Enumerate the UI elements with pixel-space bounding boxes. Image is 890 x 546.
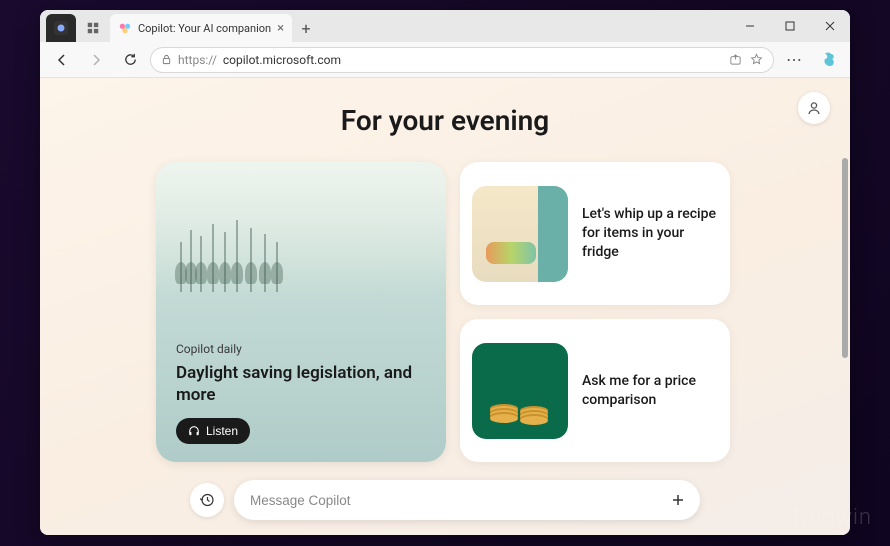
hero-image — [156, 162, 446, 292]
minimize-button[interactable] — [730, 10, 770, 42]
listen-label: Listen — [206, 424, 238, 438]
message-input-container — [234, 480, 700, 520]
lock-icon — [161, 54, 172, 65]
tab-close-button[interactable]: × — [277, 21, 284, 36]
message-input[interactable] — [250, 493, 664, 508]
maximize-button[interactable] — [770, 10, 810, 42]
browser-window: Copilot: Your AI companion × + https:// c… — [40, 10, 850, 535]
address-bar[interactable]: https:// copilot.microsoft.com — [150, 47, 774, 73]
tab-title: Copilot: Your AI companion — [138, 22, 271, 35]
watermark: Neowin — [793, 505, 872, 530]
person-icon — [806, 100, 822, 116]
toolbar: https:// copilot.microsoft.com ⋯ — [40, 42, 850, 78]
coins-image — [472, 343, 568, 439]
copilot-toolbar-icon[interactable] — [814, 46, 842, 74]
titlebar: Copilot: Your AI companion × + — [40, 10, 850, 42]
page-content: For your evening Copilot daily Daylight … — [40, 78, 850, 535]
profile-button[interactable] — [798, 92, 830, 124]
url-scheme: https:// — [178, 53, 217, 67]
share-icon[interactable] — [729, 53, 742, 66]
hero-card[interactable]: Copilot daily Daylight saving legislatio… — [156, 162, 446, 462]
hero-eyebrow: Copilot daily — [176, 342, 426, 356]
reload-button[interactable] — [116, 46, 144, 74]
headphones-icon — [188, 425, 200, 437]
suggestion-card-fridge[interactable]: Let's whip up a recipe for items in your… — [460, 162, 730, 305]
close-window-button[interactable] — [810, 10, 850, 42]
forward-button[interactable] — [82, 46, 110, 74]
cards-grid: Copilot daily Daylight saving legislatio… — [156, 162, 736, 462]
back-button[interactable] — [48, 46, 76, 74]
listen-button[interactable]: Listen — [176, 418, 250, 444]
hero-title: Daylight saving legislation, and more — [176, 362, 426, 406]
suggestion-card-price[interactable]: Ask me for a price comparison — [460, 319, 730, 462]
card-text: Let's whip up a recipe for items in your… — [582, 205, 716, 262]
more-button[interactable]: ⋯ — [780, 46, 808, 74]
fridge-image — [472, 186, 568, 282]
card-text: Ask me for a price comparison — [582, 372, 716, 410]
scrollbar[interactable] — [842, 158, 848, 358]
url-host: copilot.microsoft.com — [223, 53, 341, 67]
window-controls — [730, 10, 850, 42]
input-row — [190, 479, 700, 521]
new-tab-button[interactable]: + — [292, 14, 320, 42]
pinned-tab-1[interactable] — [46, 14, 76, 42]
history-button[interactable] — [190, 483, 224, 517]
add-button[interactable] — [664, 486, 692, 514]
page-heading: For your evening — [40, 78, 850, 137]
plus-icon — [670, 492, 686, 508]
copilot-favicon — [118, 21, 132, 35]
pinned-tab-2[interactable] — [78, 14, 108, 42]
favorite-icon[interactable] — [750, 53, 763, 66]
history-icon — [199, 492, 215, 508]
active-tab[interactable]: Copilot: Your AI companion × — [110, 14, 292, 42]
